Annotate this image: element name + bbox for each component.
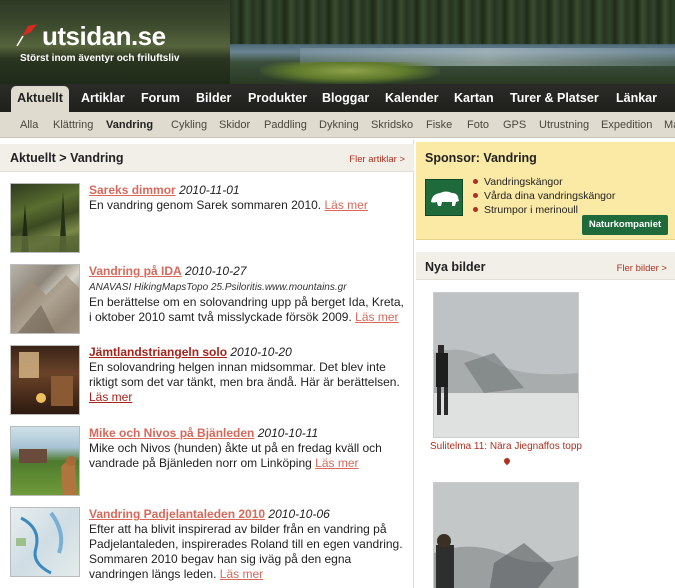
sponsor-title: Sponsor: Vandring [425,151,537,165]
map-pin-icon [502,456,512,466]
main-navigation: Aktuellt Artiklar Forum Bilder Produkter… [0,84,675,112]
sponsor-box: Sponsor: Vandring Vandringskängor Vårda … [416,142,675,240]
article-date: 2010-10-27 [185,264,247,278]
subnav-expedition[interactable]: Expedition [601,112,652,138]
articles-panel: Aktuellt > Vandring Fler artiklar > Sare… [0,140,414,588]
nav-produkter[interactable]: Produkter [248,84,307,112]
subnav-skridsko[interactable]: Skridsko [371,112,413,138]
nav-forum[interactable]: Forum [141,84,180,112]
article-thumbnail[interactable] [10,345,80,415]
article-item: Vandring Padjelantaleden 2010 2010-10-06… [10,507,410,587]
article-thumbnail[interactable] [10,426,80,496]
articles-panel-header: Aktuellt > Vandring Fler artiklar > [0,144,414,172]
sponsor-list: Vandringskängor Vårda dina vandringskäng… [472,175,615,217]
subnav-vandring[interactable]: Vandring [106,112,153,138]
site-logo[interactable]: utsidan.se [14,22,166,50]
subnav-klattring[interactable]: Klättring [53,112,93,138]
subnav-cykling[interactable]: Cykling [171,112,207,138]
nav-aktuellt[interactable]: Aktuellt [11,86,69,112]
header-grass [260,62,440,84]
sub-navigation: Alla Klättring Vandring Cykling Skidor P… [0,112,675,138]
nav-turer-platser[interactable]: Turer & Platser [510,84,599,112]
article-thumbnail[interactable] [10,507,80,577]
read-more-link[interactable]: Läs mer [89,390,132,404]
more-photos-link[interactable]: Fler bilder > [617,263,667,274]
new-photos-header: Nya bilder Fler bilder > [416,252,675,280]
sponsor-item-link[interactable]: Vårda dina vandringskängor [472,189,615,203]
article-date: 2010-10-20 [230,345,292,359]
nav-artiklar[interactable]: Artiklar [81,84,125,112]
bear-icon[interactable] [425,179,463,216]
subnav-gps[interactable]: GPS [503,112,526,138]
subnav-utrustning[interactable]: Utrustning [539,112,589,138]
site-tagline: Störst inom äventyr och friluftsliv [20,53,180,64]
logo-flag-icon [14,22,40,48]
article-date: 2010-10-11 [257,426,319,440]
subnav-fiske[interactable]: Fiske [426,112,452,138]
site-header: utsidan.se Störst inom äventyr och frilu… [0,0,675,84]
new-photos-panel: Nya bilder Fler bilder > Sulitelma 11: N… [416,250,675,588]
articles-panel-title: Aktuellt > Vandring [10,151,124,165]
nav-kalender[interactable]: Kalender [385,84,439,112]
nav-kartan[interactable]: Kartan [454,84,494,112]
read-more-link[interactable]: Läs mer [324,198,367,212]
article-text: En solovandring helgen innan midsommar. … [89,360,400,389]
article-title-link[interactable]: Sareks dimmor [89,183,176,197]
photo-thumbnail[interactable] [433,292,579,438]
photo-thumbnail[interactable] [433,482,579,588]
article-date: 2010-10-06 [268,507,330,521]
naturkompaniet-button[interactable]: Naturkompaniet [582,215,668,235]
photo-caption-text: Sulitelma 11: Nära Jiegnaffos topp [430,441,582,452]
article-thumbnail[interactable] [10,183,80,253]
read-more-link[interactable]: Läs mer [355,310,398,324]
sponsor-item-link[interactable]: Vandringskängor [472,175,615,189]
subnav-alla[interactable]: Alla [20,112,38,138]
article-title-link[interactable]: Mike och Nivos på Bjänleden [89,426,254,440]
nav-lankar[interactable]: Länkar [616,84,657,112]
subnav-paddling[interactable]: Paddling [264,112,307,138]
article-title-link[interactable]: Jämtlandstriangeln solo [89,345,227,359]
subnav-dykning[interactable]: Dykning [319,112,359,138]
more-articles-link[interactable]: Fler artiklar > [349,154,405,165]
subnav-skidor[interactable]: Skidor [219,112,250,138]
nav-bilder[interactable]: Bilder [196,84,231,112]
article-item: Mike och Nivos på Bjänleden 2010-10-11 M… [10,426,410,498]
article-subtitle: ANAVASI HikingMapsTopo 25.Psiloritis.www… [89,282,347,293]
article-text: En vandring genom Sarek sommaren 2010. [89,198,322,212]
new-photos-title: Nya bilder [425,260,486,274]
subnav-more[interactable]: Ma [664,112,675,138]
article-item: Sareks dimmor 2010-11-01 En vandring gen… [10,183,410,255]
article-item: Vandring på IDA 2010-10-27 ANAVASI Hikin… [10,264,410,336]
photo-caption-link[interactable]: Sulitelma 11: Nära Jiegnaffos topp [426,439,586,469]
read-more-link[interactable]: Läs mer [220,567,263,581]
article-thumbnail[interactable] [10,264,80,334]
logo-text: utsidan.se [42,21,166,51]
read-more-link[interactable]: Läs mer [315,456,358,470]
article-item: Jämtlandstriangeln solo 2010-10-20 En so… [10,345,410,417]
article-date: 2010-11-01 [179,183,240,197]
article-title-link[interactable]: Vandring på IDA [89,264,182,278]
subnav-foto[interactable]: Foto [467,112,489,138]
article-title-link[interactable]: Vandring Padjelantaleden 2010 [89,507,265,521]
nav-bloggar[interactable]: Bloggar [322,84,369,112]
